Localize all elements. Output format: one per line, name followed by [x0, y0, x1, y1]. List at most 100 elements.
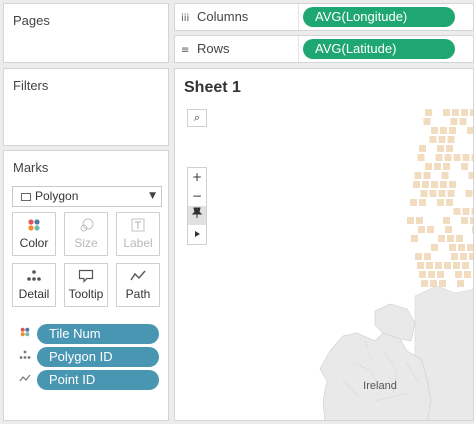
- filters-title: Filters: [13, 78, 49, 93]
- map-tile: [440, 127, 447, 134]
- map-tile: [429, 136, 437, 143]
- map-tile: [414, 172, 422, 179]
- zoom-out-button[interactable]: −: [188, 187, 206, 206]
- map-tile: [420, 190, 428, 197]
- detail-label: Detail: [18, 287, 50, 301]
- map-tile: [429, 190, 437, 197]
- size-button[interactable]: Size: [64, 212, 108, 256]
- land-ireland: [319, 332, 432, 420]
- path-button[interactable]: Path: [116, 263, 160, 307]
- label-button[interactable]: Label: [116, 212, 160, 256]
- map-tile: [438, 190, 446, 197]
- map-tile: [439, 280, 446, 287]
- map-tile: [438, 235, 445, 242]
- map-tile: [419, 271, 426, 278]
- polygon-icon: [21, 193, 31, 201]
- detail-icon: [18, 350, 32, 364]
- map-tile: [469, 253, 473, 260]
- map-tile: [415, 253, 422, 260]
- filters-card[interactable]: Filters: [3, 68, 169, 146]
- map-tile: [452, 109, 459, 116]
- map-tile: [407, 217, 414, 224]
- rows-icon: ≡: [181, 45, 190, 56]
- color-label: Color: [19, 236, 49, 250]
- label-icon: [117, 213, 159, 235]
- map-tile: [451, 253, 458, 260]
- map-tile: [462, 208, 470, 215]
- map-tile: [467, 244, 473, 251]
- path-label: Path: [125, 287, 151, 301]
- zoom-in-button[interactable]: +: [188, 168, 206, 187]
- map-tile: [413, 181, 420, 188]
- map-tile: [457, 280, 464, 287]
- map-canvas[interactable]: Ireland ⌕ + −: [175, 101, 473, 420]
- map-tile: [430, 280, 437, 287]
- map-tile: [445, 226, 452, 233]
- map-tile: [447, 136, 455, 143]
- map-tile: [462, 262, 469, 269]
- map-tile: [418, 226, 425, 233]
- map-tile: [449, 181, 456, 188]
- rows-shelf[interactable]: ≡ Rows AVG(Latitude): [174, 35, 474, 63]
- sheet-title: Sheet 1: [184, 79, 241, 96]
- tile-num-pill[interactable]: Tile Num: [37, 324, 159, 344]
- map-tile: [440, 181, 447, 188]
- map-tile: [437, 199, 444, 206]
- point-id-pill[interactable]: Point ID: [37, 370, 159, 390]
- map-tile: [427, 226, 434, 233]
- map-tile: [459, 118, 467, 125]
- map-tile: [435, 262, 442, 269]
- map-tile: [417, 262, 424, 269]
- map-tile: [431, 181, 438, 188]
- map-tile: [444, 262, 451, 269]
- map-tile: [467, 127, 473, 134]
- pin-icon: [191, 207, 203, 218]
- pin-button[interactable]: [188, 206, 206, 225]
- map-tile: [464, 271, 471, 278]
- map-tile: [461, 163, 468, 170]
- map-tile: [421, 280, 428, 287]
- map-tile: [446, 145, 453, 152]
- map-tile: [458, 244, 465, 251]
- sheet-view: Sheet 1 Ireland ⌕ + −: [174, 68, 474, 421]
- columns-label: Columns: [197, 9, 249, 24]
- avg-latitude-pill[interactable]: AVG(Latitude): [303, 39, 455, 59]
- avg-longitude-pill[interactable]: AVG(Longitude): [303, 7, 455, 27]
- color-icon: [18, 327, 32, 341]
- tooltip-label: Tooltip: [68, 287, 104, 301]
- detail-icon: [13, 264, 55, 286]
- map-tile: [444, 154, 452, 161]
- map-tile: [434, 163, 441, 170]
- search-icon: ⌕: [193, 111, 201, 124]
- mark-type-dropdown[interactable]: Polygon ▼: [12, 186, 162, 207]
- map-tile: [465, 190, 473, 197]
- search-map-button[interactable]: ⌕: [187, 109, 207, 127]
- tooltip-button[interactable]: Tooltip: [64, 263, 108, 307]
- expand-toolbar-button[interactable]: [188, 225, 206, 244]
- polygon-id-pill[interactable]: Polygon ID: [37, 347, 159, 367]
- map-tile: [435, 154, 443, 161]
- map-tile: [455, 271, 462, 278]
- map-tile: [437, 271, 444, 278]
- size-label: Size: [74, 236, 98, 250]
- map-tile: [410, 199, 417, 206]
- map-tile: [453, 154, 461, 161]
- path-icon: [18, 373, 32, 387]
- detail-button[interactable]: Detail: [12, 263, 56, 307]
- columns-shelf[interactable]: iii Columns AVG(Longitude): [174, 3, 474, 31]
- map-tile: [425, 109, 432, 116]
- map-tile: [424, 253, 431, 260]
- pages-card[interactable]: Pages: [3, 3, 169, 63]
- map-tile: [443, 109, 450, 116]
- color-button[interactable]: Color: [12, 212, 56, 256]
- map-tile: [461, 217, 468, 224]
- map-tile: [446, 199, 453, 206]
- map-tile: [441, 172, 449, 179]
- map-tile: [449, 127, 456, 134]
- map-tile: [468, 172, 473, 179]
- map-tile: [453, 208, 461, 215]
- pages-title: Pages: [13, 13, 50, 28]
- map-tile: [470, 109, 473, 116]
- map-tile: [419, 145, 426, 152]
- map-tile: [419, 199, 426, 206]
